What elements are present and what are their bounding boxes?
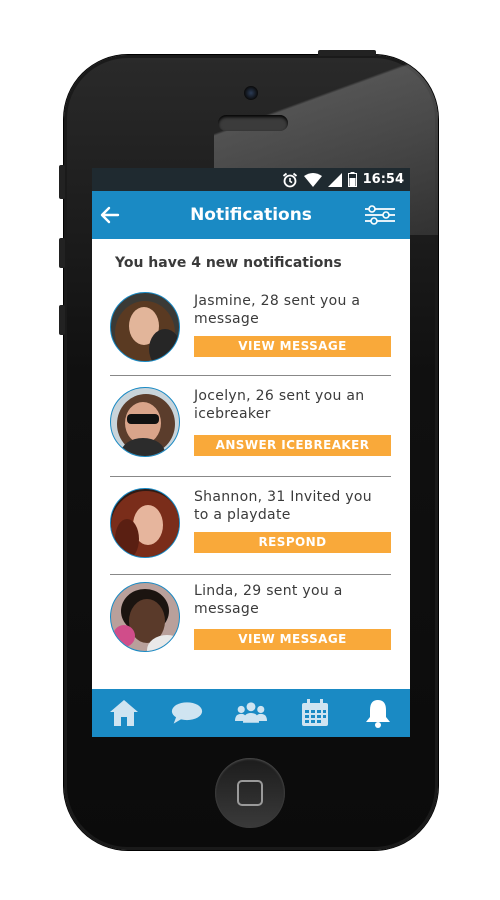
back-arrow-icon[interactable] [98, 203, 122, 227]
avatar[interactable] [110, 292, 180, 362]
notification-item: Shannon, 31 Invited you to a playdate RE… [110, 477, 391, 575]
tab-notifications[interactable] [362, 697, 394, 729]
wifi-icon [303, 172, 322, 187]
view-message-button[interactable]: VIEW MESSAGE [194, 336, 391, 357]
battery-icon [347, 172, 357, 187]
signal-icon [327, 172, 342, 187]
volume-down-button [59, 305, 65, 335]
home-button[interactable] [215, 758, 285, 828]
tab-chat[interactable] [171, 697, 203, 729]
people-icon [234, 702, 267, 723]
filter-settings-icon[interactable] [364, 205, 396, 225]
front-camera [244, 86, 258, 100]
earpiece-speaker [218, 115, 288, 131]
page-title: Notifications [190, 205, 312, 225]
bell-icon [366, 700, 391, 728]
app-bar: Notifications [92, 191, 410, 239]
notifications-panel: You have 4 new notifications Jasmine, 28… [92, 239, 410, 667]
notification-item: Jocelyn, 26 sent you an icebreaker ANSWE… [110, 376, 391, 477]
bottom-tab-bar [92, 689, 410, 737]
view-message-button[interactable]: VIEW MESSAGE [194, 629, 391, 650]
status-time: 16:54 [362, 172, 404, 187]
mute-switch [59, 165, 65, 199]
avatar[interactable] [110, 488, 180, 558]
status-bar: 16:54 [92, 168, 410, 191]
notification-text: Linda, 29 sent you a message [194, 583, 343, 617]
tab-people[interactable] [234, 697, 267, 729]
notification-text: Shannon, 31 Invited you to a playdate [194, 489, 372, 523]
notification-text: Jocelyn, 26 sent you an icebreaker [194, 388, 365, 422]
home-icon [109, 700, 138, 726]
answer-icebreaker-button[interactable]: ANSWER ICEBREAKER [194, 435, 391, 456]
notification-text: Jasmine, 28 sent you a message [194, 293, 361, 327]
notification-item: Jasmine, 28 sent you a message VIEW MESS… [110, 277, 391, 376]
app-screen: 16:54 Notifications You have 4 new notif… [92, 168, 410, 737]
volume-up-button [59, 238, 65, 268]
respond-button[interactable]: RESPOND [194, 532, 391, 553]
tab-calendar[interactable] [299, 697, 331, 729]
chat-icon [172, 702, 203, 724]
calendar-icon [301, 699, 328, 726]
avatar[interactable] [110, 387, 180, 457]
avatar[interactable] [110, 582, 180, 652]
alarm-icon [282, 172, 297, 187]
notifications-summary: You have 4 new notifications [115, 255, 342, 271]
power-button [318, 50, 376, 56]
tab-home[interactable] [108, 697, 140, 729]
notification-item: Linda, 29 sent you a message VIEW MESSAG… [110, 575, 391, 667]
